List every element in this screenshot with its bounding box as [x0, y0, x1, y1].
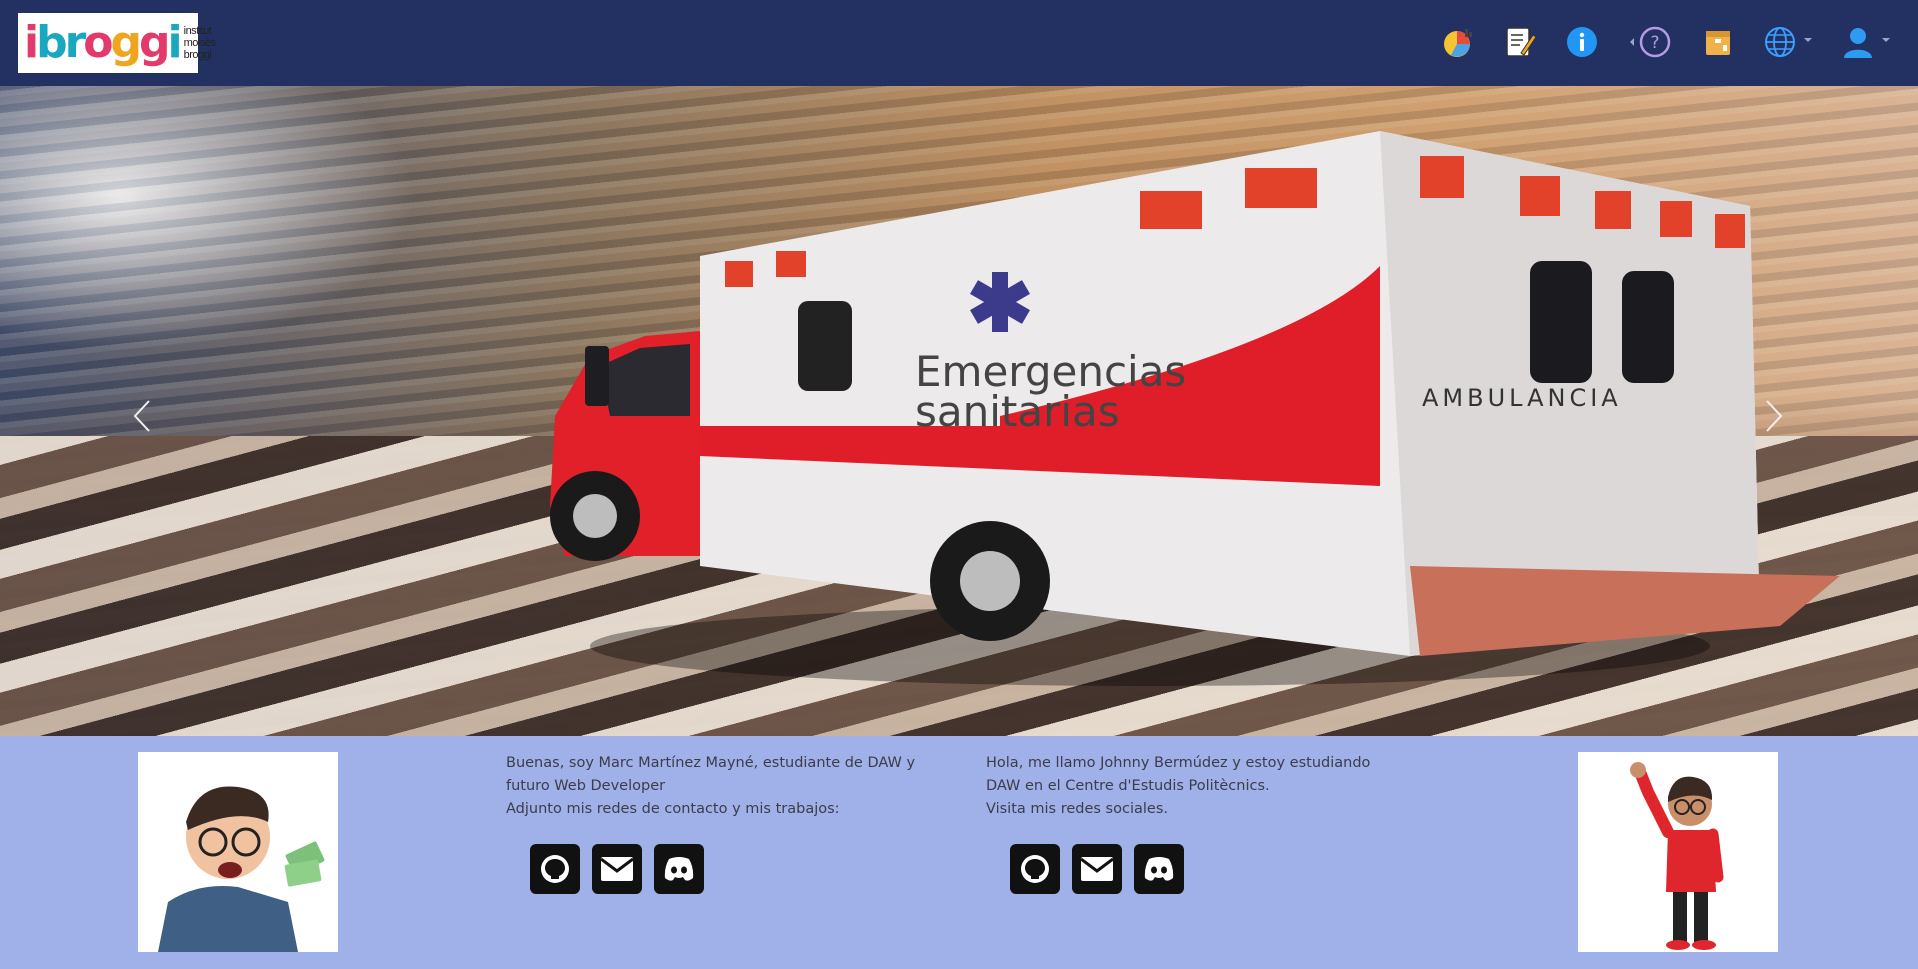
carousel-next-button[interactable]: [1754, 386, 1794, 446]
johnny-bio: Hola, me llamo Johnny Bermúdez y estoy e…: [986, 752, 1406, 821]
marc-avatar: [138, 752, 338, 952]
institut-broggi-logo[interactable]: ibroggi institut moisès broggi: [18, 13, 216, 73]
johnny-bio-cta: Visita mis redes sociales.: [986, 801, 1168, 817]
language-globe-icon[interactable]: [1763, 25, 1797, 59]
marc-bio: Buenas, soy Marc Martínez Mayné, estudia…: [506, 752, 926, 821]
top-navbar: ibroggi institut moisès broggi ?: [0, 0, 1918, 86]
user-profile-icon[interactable]: [1841, 25, 1875, 59]
logo-mark: ibroggi: [24, 17, 183, 68]
marc-bio-cta: Adjunto mis redes de contacto y mis trab…: [506, 801, 840, 817]
discord-icon: [664, 857, 694, 881]
svg-text:?: ?: [1650, 33, 1659, 53]
marc-bio-intro: Buenas, soy Marc Martínez Mayné, estudia…: [506, 755, 916, 794]
svg-text:sanitarias: sanitarias: [915, 387, 1120, 436]
johnny-bio-intro: Hola, me llamo Johnny Bermúdez y estoy e…: [986, 755, 1371, 794]
johnny-mail-link[interactable]: [1072, 844, 1122, 894]
mail-icon: [601, 857, 633, 881]
archive-box-icon[interactable]: [1701, 25, 1735, 59]
user-dropdown-caret-icon[interactable]: [1882, 38, 1890, 42]
github-icon: [541, 855, 569, 883]
hero-carousel: Emergencias sanitarias AMBULANCIA: [0, 86, 1918, 736]
marc-social-links: [530, 844, 704, 894]
info-icon[interactable]: [1565, 25, 1599, 59]
ambulance-photo: Emergencias sanitarias AMBULANCIA: [550, 131, 1840, 686]
marc-mail-link[interactable]: [592, 844, 642, 894]
statistics-pie-icon[interactable]: [1441, 25, 1475, 59]
carousel-prev-button[interactable]: [122, 386, 162, 446]
chevron-right-icon: [1766, 400, 1783, 432]
marc-discord-link[interactable]: [654, 844, 704, 894]
language-dropdown-caret-icon[interactable]: [1804, 38, 1812, 42]
help-icon[interactable]: ?: [1638, 25, 1672, 59]
johnny-github-link[interactable]: [1010, 844, 1060, 894]
marc-github-link[interactable]: [530, 844, 580, 894]
logo-text: institut moisès broggi: [183, 25, 216, 61]
notes-icon[interactable]: [1503, 25, 1537, 59]
mail-icon: [1081, 857, 1113, 881]
johnny-social-links: [1010, 844, 1184, 894]
johnny-avatar: [1578, 752, 1778, 952]
github-icon: [1021, 855, 1049, 883]
discord-icon: [1144, 857, 1174, 881]
svg-text:AMBULANCIA: AMBULANCIA: [1422, 384, 1622, 412]
help-dropdown-caret-icon[interactable]: [1630, 38, 1634, 46]
chevron-left-icon: [133, 400, 150, 432]
johnny-discord-link[interactable]: [1134, 844, 1184, 894]
